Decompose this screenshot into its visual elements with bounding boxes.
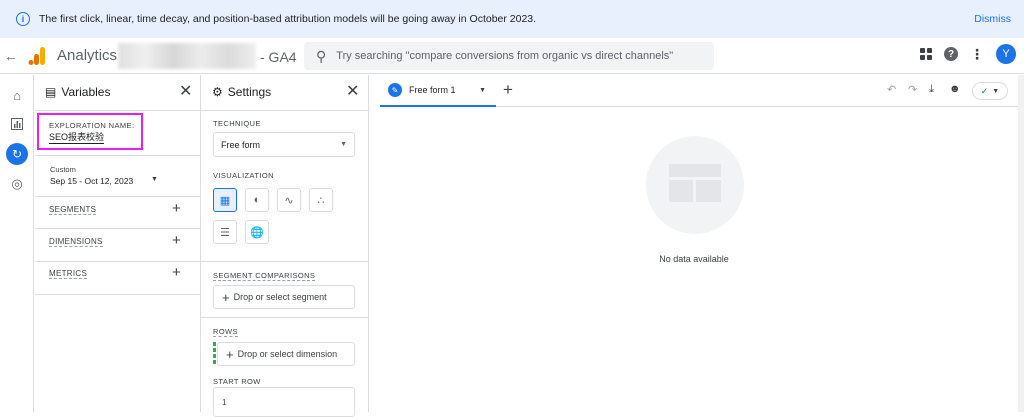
banner-message: The first click, linear, time decay, and… [39,13,537,25]
drop-dimension-text: Drop or select dimension [237,349,338,359]
redacted-account-name[interactable] [118,43,256,69]
search-input[interactable]: ⚲ Try searching "compare conversions fro… [304,42,714,70]
empty-state-illustration [646,136,744,234]
exploration-name-label: EXPLORATION NAME: [49,121,135,130]
dimensions-label: DIMENSIONS [49,237,103,247]
close-settings-icon[interactable]: ✕ [346,81,359,101]
scatter-viz-icon[interactable]: ∴ [309,188,333,212]
download-icon[interactable]: ⤓ [929,83,934,96]
plus-icon: + [222,289,230,305]
tab-free-form-1[interactable]: ✎ Free form 1 ▼ [380,75,496,107]
notice-banner: i The first click, linear, time decay, a… [0,0,1024,38]
dismiss-button[interactable]: Dismiss [974,13,1011,25]
tab-dropdown-icon[interactable]: ▼ [479,87,486,94]
search-placeholder: Try searching "compare conversions from … [336,50,674,62]
metrics-label: METRICS [49,269,88,279]
property-suffix[interactable]: - GA4 [260,49,297,65]
variables-title: ▤ Variables [45,85,110,99]
scrollbar[interactable] [1018,75,1024,412]
add-tab-icon[interactable]: + [503,80,513,100]
info-icon: i [16,12,30,26]
variables-title-text: Variables [61,85,111,99]
add-dimension-icon[interactable]: + [172,232,181,249]
start-row-value: 1 [222,397,227,407]
segments-label: SEGMENTS [49,205,97,215]
pencil-icon: ✎ [388,83,402,97]
advertising-icon[interactable]: ◎ [9,176,25,192]
visualization-label: VISUALIZATION [213,171,274,180]
close-variables-icon[interactable]: ✕ [179,81,192,101]
app-name: Analytics [57,47,118,64]
date-preset-label: Custom [50,165,76,174]
back-arrow-icon[interactable]: ← [4,48,18,64]
drop-zone-marker [213,342,216,364]
help-icon[interactable]: ? [944,47,958,61]
check-circle-icon: ✓ [980,85,989,96]
tab-bar: ✎ Free form 1 ▼ + ↶ ↷ ⤓ ☻ ✓ ▼ [380,75,1024,107]
tab-label: Free form 1 [409,85,456,95]
rows-label: ROWS [213,327,238,337]
reports-icon[interactable] [9,116,25,132]
empty-state-message: No data available [659,254,729,264]
avatar[interactable]: Y [996,44,1016,64]
share-user-icon[interactable]: ☻ [949,83,961,95]
start-row-input[interactable]: 1 [213,387,355,417]
variables-panel: ▤ Variables ✕ EXPLORATION NAME: SEO报表校验 … [35,75,201,412]
bar-viz-icon[interactable]: ☰ [213,220,237,244]
search-icon: ⚲ [316,47,327,64]
drop-segment-text: Drop or select segment [233,292,327,302]
drop-dimension-target[interactable]: + Drop or select dimension [217,342,355,366]
settings-title-text: Settings [227,85,272,99]
segment-comparisons-label: SEGMENT COMPARISONS [213,271,316,281]
status-dropdown-icon: ▼ [992,87,1000,95]
variables-icon: ▤ [45,85,57,99]
line-viz-icon[interactable]: ∿ [277,188,301,212]
redo-icon[interactable]: ↷ [908,83,917,96]
technique-value: Free form [221,139,261,150]
explore-icon[interactable]: ↻ [6,143,28,165]
exploration-name-field[interactable]: SEO报表校验 [49,130,105,144]
analytics-logo-icon [28,47,45,65]
exploration-canvas: ✎ Free form 1 ▼ + ↶ ↷ ⤓ ☻ ✓ ▼ No data av… [380,75,1024,412]
gear-icon: ⚙ [212,85,223,99]
top-app-bar: ← Analytics - GA4 ⚲ Try searching "compa… [0,38,1024,74]
technique-label: TECHNIQUE [213,119,261,128]
add-segment-icon[interactable]: + [172,200,181,217]
settings-title: ⚙ Settings [212,85,271,99]
date-range-selector[interactable]: Sep 15 - Oct 12, 2023 [50,176,133,186]
geo-map-viz-icon[interactable]: 🌐 [245,220,269,244]
status-pill[interactable]: ✓ ▼ [972,82,1008,100]
settings-panel: ⚙ Settings ✕ TECHNIQUE Free form ▼ VISUA… [201,75,369,417]
chevron-down-icon: ▼ [340,141,347,148]
plus-icon: + [226,346,234,362]
start-row-label: START ROW [213,377,261,386]
more-vert-icon[interactable]: ⋮ [970,46,984,63]
undo-icon[interactable]: ↶ [887,83,896,96]
left-nav: ⌂ ↻ ◎ [0,75,34,412]
technique-select[interactable]: Free form ▼ [213,132,355,157]
drop-segment-target[interactable]: + Drop or select segment [213,285,355,309]
table-viz-icon[interactable]: ▦ [213,188,237,212]
date-dropdown-icon[interactable]: ▼ [151,176,158,183]
add-metric-icon[interactable]: + [172,264,181,281]
home-icon[interactable]: ⌂ [9,87,25,103]
apps-grid-icon[interactable] [920,48,932,60]
donut-viz-icon[interactable]: ◐ [245,188,269,212]
